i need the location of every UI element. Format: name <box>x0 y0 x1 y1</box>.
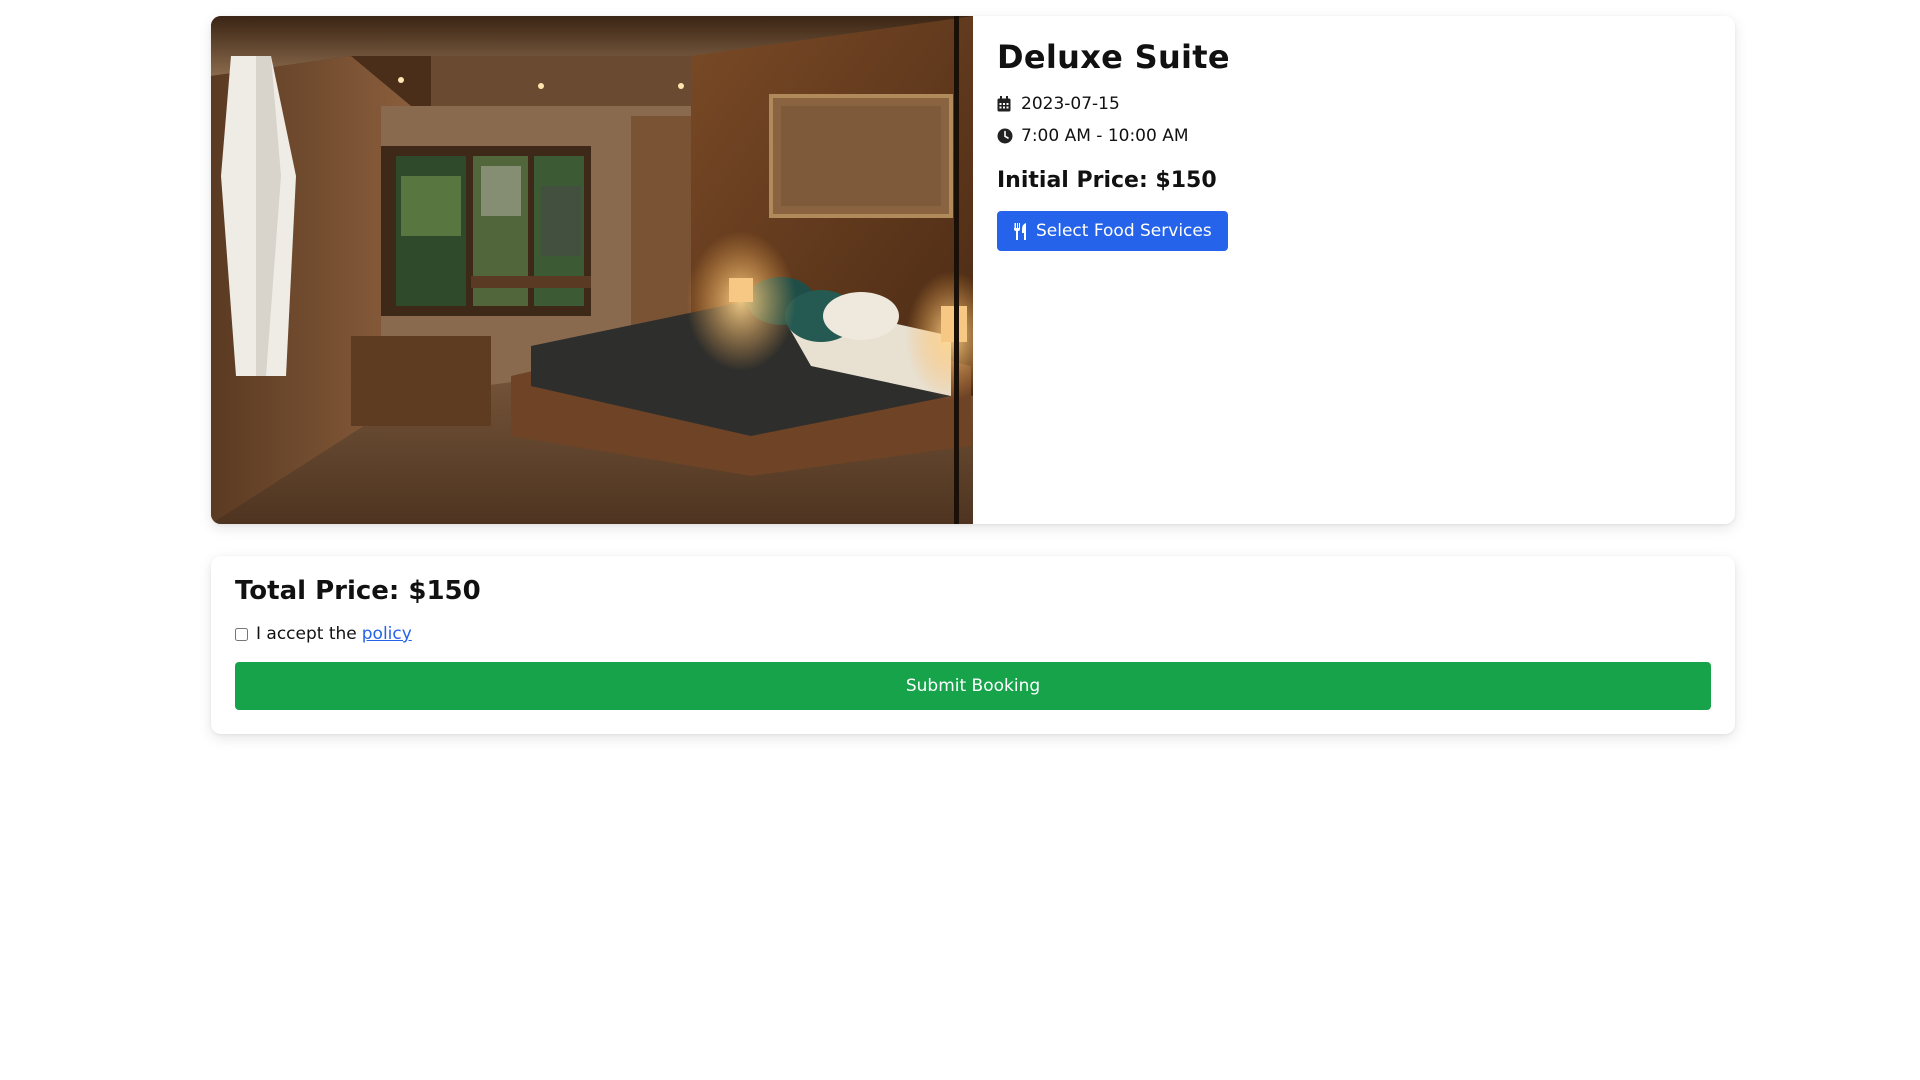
booking-page: Deluxe Suite 2023-07-15 7:00 AM - 10:00 … <box>211 16 1735 734</box>
room-title: Deluxe Suite <box>997 38 1230 76</box>
room-card: Deluxe Suite 2023-07-15 7:00 AM - 10:00 … <box>211 16 1735 524</box>
submit-booking-button[interactable]: Submit Booking <box>235 662 1711 710</box>
utensils-icon <box>1013 222 1027 240</box>
room-date: 2023-07-15 <box>997 94 1711 114</box>
select-food-services-button[interactable]: Select Food Services <box>997 211 1228 251</box>
clock-icon <box>997 128 1013 144</box>
calendar-icon <box>997 96 1013 112</box>
room-details: Deluxe Suite 2023-07-15 7:00 AM - 10:00 … <box>973 16 1735 524</box>
booking-summary-card: Total Price: $150 I accept the policy Su… <box>211 556 1735 734</box>
room-time: 7:00 AM - 10:00 AM <box>997 126 1711 146</box>
initial-price: Initial Price: $150 <box>997 168 1217 193</box>
policy-acceptance: I accept the policy <box>235 624 1711 644</box>
total-price: Total Price: $150 <box>235 576 481 606</box>
room-date-text: 2023-07-15 <box>1021 94 1120 114</box>
policy-checkbox[interactable] <box>235 627 248 641</box>
policy-text: I accept the <box>256 624 357 644</box>
hotel-room-image <box>211 16 973 524</box>
room-time-text: 7:00 AM - 10:00 AM <box>1021 126 1189 146</box>
select-food-services-label: Select Food Services <box>1036 221 1212 241</box>
room-photo <box>211 16 973 524</box>
policy-link[interactable]: policy <box>362 624 412 644</box>
